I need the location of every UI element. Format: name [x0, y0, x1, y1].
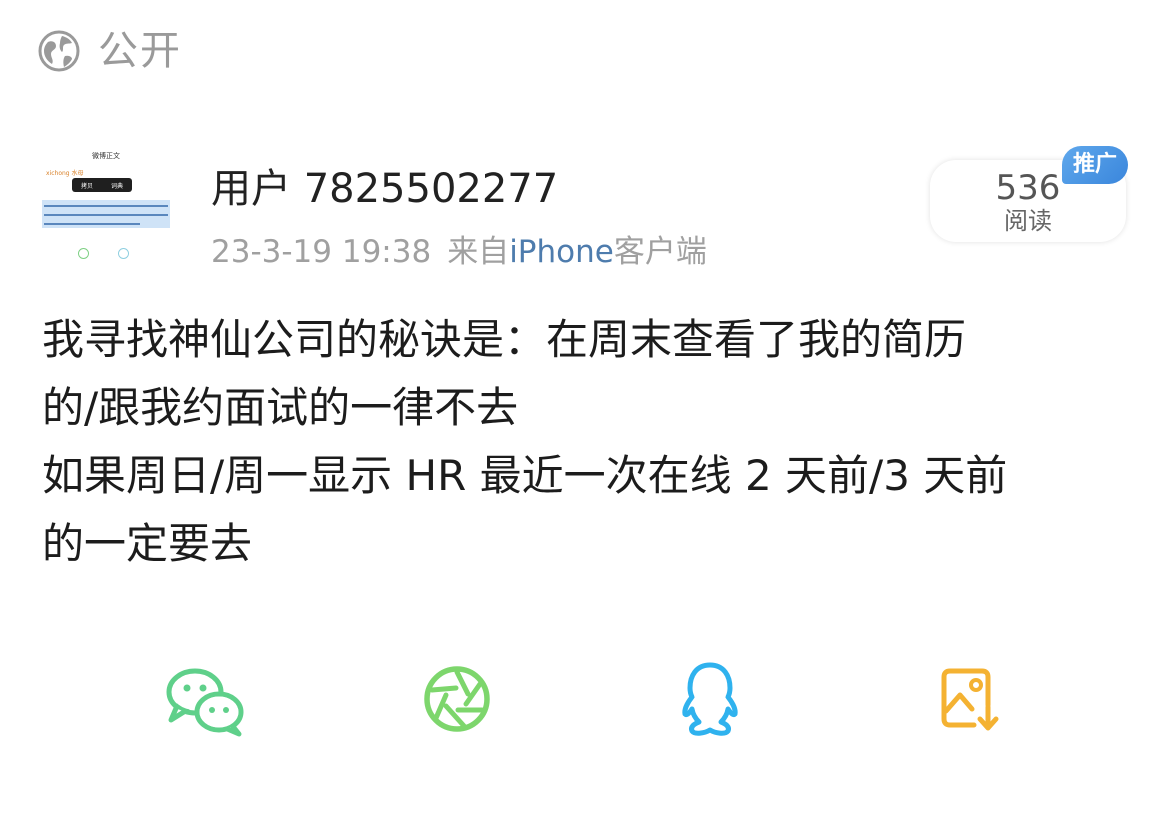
avatar-thumb-title: 微博正文: [92, 152, 120, 160]
visibility-label: 公开: [98, 28, 182, 74]
weibo-post-screen: 公开 微博正文 xichong 水母 拷贝 词典 用户 7825502277 2…: [0, 0, 1169, 840]
post-content-line: 我寻找神仙公司的秘诀是：在周末查看了我的简历: [42, 315, 967, 364]
post-content-line: 的一定要去: [42, 519, 253, 568]
promote-badge[interactable]: 推广: [1062, 146, 1128, 184]
post-content-line: 如果周日/周一显示 HR 最近一次在线 2 天前/3 天前: [42, 451, 1008, 500]
post-meta: 23-3-19 19:38 来自iPhone客户端: [211, 230, 707, 274]
source-device-link[interactable]: iPhone: [509, 234, 614, 270]
visibility-indicator[interactable]: 公开: [38, 28, 182, 74]
avatar-thumb-text-line: [44, 223, 140, 225]
post-content: 我寻找神仙公司的秘诀是：在周末查看了我的简历 的/跟我约面试的一律不去 如果周日…: [42, 306, 1132, 578]
avatar-thumb-name: xichong 水母: [46, 170, 84, 177]
save-image-icon: [941, 668, 999, 731]
avatar[interactable]: 微博正文 xichong 水母 拷贝 词典: [42, 148, 170, 272]
source-suffix: 客户端: [613, 234, 707, 270]
avatar-thumb-dot: [78, 248, 89, 259]
qq-share-button[interactable]: [665, 654, 755, 744]
save-image-button[interactable]: [925, 654, 1015, 744]
avatar-thumb-text-line: [44, 205, 168, 207]
post-timestamp: 23-3-19 19:38: [211, 234, 432, 270]
author-name[interactable]: 用户 7825502277: [211, 160, 558, 218]
source-prefix: 来自: [447, 234, 510, 270]
avatar-thumb-tooltip-dictionary: 词典: [110, 182, 123, 190]
avatar-thumb-dot: [118, 248, 129, 259]
avatar-thumb-text-line: [44, 214, 168, 216]
post-content-line: 的/跟我约面试的一律不去: [42, 383, 519, 432]
read-count-label: 阅读: [1004, 207, 1052, 235]
qq-icon: [682, 662, 738, 736]
globe-icon: [38, 30, 80, 72]
moments-share-button[interactable]: [412, 654, 502, 744]
moments-icon: [424, 666, 490, 732]
wechat-icon: [166, 668, 244, 737]
share-bar: [0, 654, 1169, 750]
avatar-thumb-tooltip: 拷贝 词典: [72, 178, 132, 192]
wechat-share-button[interactable]: [160, 654, 250, 744]
avatar-thumb-tooltip-copy: 拷贝: [80, 182, 93, 190]
